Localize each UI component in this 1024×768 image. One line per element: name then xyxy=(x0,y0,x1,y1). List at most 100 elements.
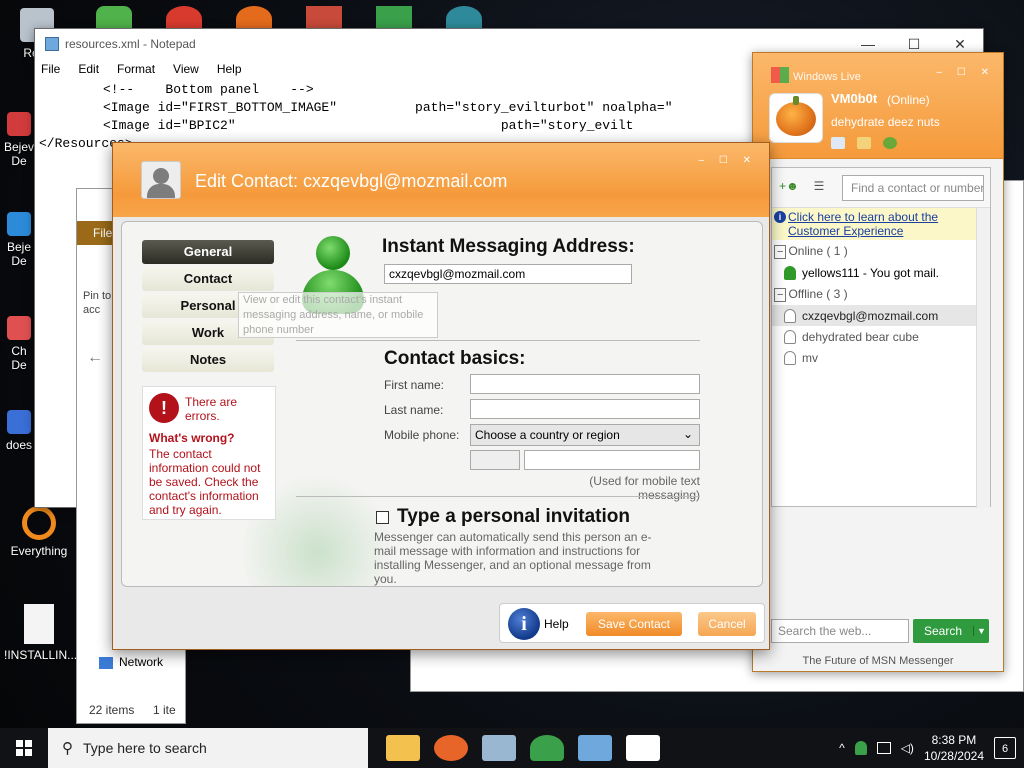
messenger-footer: The Future of MSN Messenger xyxy=(802,655,954,667)
desktop-icon-label: Ch De xyxy=(11,344,27,372)
divider xyxy=(296,340,700,341)
cancel-button[interactable]: Cancel xyxy=(698,612,756,636)
menu-edit[interactable]: Edit xyxy=(78,62,99,76)
group-offline[interactable]: − Offline ( 3 ) xyxy=(772,283,990,305)
contact-item-selected[interactable]: cxzqevbgl@mozmail.com xyxy=(772,305,990,326)
invitation-heading: Type a personal invitation xyxy=(397,506,630,527)
text-line: <Image id="BPIC2" path="story_evilt xyxy=(103,118,634,133)
user-display-name[interactable]: VM0b0t xyxy=(831,91,877,106)
contact-item[interactable]: mv xyxy=(772,347,990,368)
pin-to-quick-access[interactable]: Pin to acc xyxy=(83,289,111,317)
network-tray-icon[interactable] xyxy=(876,742,891,754)
desktop-icon-label: !INSTALLIN... xyxy=(4,648,78,662)
notepad-taskbar-icon[interactable] xyxy=(578,735,612,761)
windows-logo-icon xyxy=(16,740,32,756)
file-explorer-taskbar-icon[interactable] xyxy=(386,735,420,761)
web-search-button[interactable]: Search ▼ xyxy=(913,619,989,643)
messenger-window[interactable]: Windows Live – ☐ ✕ VM0b0t (Online) dehyd… xyxy=(752,52,1004,672)
last-name-field[interactable] xyxy=(470,399,700,419)
start-button[interactable] xyxy=(0,728,48,768)
help-link[interactable]: Help xyxy=(544,617,569,631)
contact-list-scrollbar[interactable] xyxy=(976,208,990,508)
maximize-button[interactable]: ☐ xyxy=(891,36,937,53)
info-icon: i xyxy=(774,211,786,223)
save-contact-button[interactable]: Save Contact xyxy=(586,612,682,636)
change-view-icon[interactable]: ☰ xyxy=(808,179,830,197)
web-search-row: Search the web... Search ▼ xyxy=(771,619,991,643)
invitation-description: Messenger can automatically send this pe… xyxy=(374,530,652,586)
app-taskbar-icon[interactable] xyxy=(482,735,516,761)
error-heading: There are errors. xyxy=(185,395,238,423)
installer-file-icon[interactable]: !INSTALLIN... xyxy=(4,604,78,662)
minimize-button[interactable]: — xyxy=(845,36,891,53)
taskbar-search[interactable]: ⚲ Type here to search xyxy=(48,728,368,768)
system-tray: ^ ◁) 8:38 PM 10/28/2024 6 xyxy=(839,732,1024,764)
invitation-checkbox[interactable] xyxy=(376,510,389,524)
firefox-taskbar-icon[interactable] xyxy=(434,735,468,761)
personal-invitation-toggle[interactable]: Type a personal invitation xyxy=(376,506,630,528)
offline-contact-icon xyxy=(784,308,796,323)
edit-contact-dialog[interactable]: Edit Contact: cxzqevbgl@mozmail.com – ☐ … xyxy=(112,142,770,650)
tab-general[interactable]: General xyxy=(142,240,274,264)
menu-view[interactable]: View xyxy=(173,62,199,76)
xbox-icon[interactable] xyxy=(883,137,897,149)
group-label: Offline ( 3 ) xyxy=(788,287,848,301)
offline-contact-icon xyxy=(784,350,796,365)
back-arrow-icon[interactable]: ← xyxy=(87,349,103,367)
desktop-icon-label: Bejev De xyxy=(3,140,35,168)
volume-icon[interactable]: ◁) xyxy=(901,741,914,755)
windows-live-logo-icon xyxy=(771,67,789,83)
offline-contact-icon xyxy=(784,329,796,344)
clock[interactable]: 8:38 PM 10/28/2024 xyxy=(924,732,984,764)
dialog-header[interactable]: Edit Contact: cxzqevbgl@mozmail.com – ☐ … xyxy=(113,143,769,217)
selection-count: 1 ite xyxy=(153,703,176,717)
chevron-up-icon[interactable]: ^ xyxy=(839,741,845,755)
divider xyxy=(296,496,700,497)
messenger-header: Windows Live – ☐ ✕ VM0b0t (Online) dehyd… xyxy=(753,53,1003,159)
user-avatar[interactable] xyxy=(769,93,823,143)
messenger-taskbar-icon[interactable] xyxy=(530,735,564,761)
chevron-down-icon: ⌄ xyxy=(682,427,693,441)
contact-item[interactable]: dehydrated bear cube xyxy=(772,326,990,347)
country-code-field[interactable] xyxy=(470,450,520,470)
item-count: 22 items xyxy=(89,703,135,717)
search-button-label: Search xyxy=(923,624,963,638)
desktop-icon-label: Everything xyxy=(10,544,68,558)
im-address-field[interactable]: cxzqevbgl@mozmail.com xyxy=(384,264,632,284)
tab-contact[interactable]: Contact xyxy=(142,267,274,291)
taskbar: ⚲ Type here to search ^ ◁) 8:38 PM 10/28… xyxy=(0,728,1024,768)
everything-icon[interactable]: Everything xyxy=(4,506,74,558)
mobile-hint: (Used for mobile text messaging) xyxy=(589,474,700,502)
contact-list-panel: +☻ ☰ Find a contact or number i Click he… xyxy=(771,167,991,508)
help-icon[interactable]: i xyxy=(508,608,540,640)
menu-file[interactable]: File xyxy=(41,62,60,76)
mail-icon[interactable] xyxy=(831,137,845,149)
mobile-phone-field[interactable] xyxy=(524,450,700,470)
tab-notes[interactable]: Notes xyxy=(142,348,274,372)
menu-help[interactable]: Help xyxy=(217,62,242,76)
group-online[interactable]: − Online ( 1 ) xyxy=(772,240,990,262)
contact-item[interactable]: yellows111 - You got mail. xyxy=(772,262,990,283)
customer-experience-link[interactable]: Click here to learn about the Customer E… xyxy=(788,210,938,238)
user-status[interactable]: (Online) xyxy=(887,93,930,107)
messenger-tray-icon[interactable] xyxy=(854,741,867,755)
nav-network[interactable]: Network xyxy=(99,655,163,669)
mobile-phone-label: Mobile phone: xyxy=(384,428,460,442)
pumpkin-stem xyxy=(793,96,799,105)
notification-center-icon[interactable]: 6 xyxy=(994,737,1016,759)
messenger-window-controls[interactable]: – ☐ ✕ xyxy=(937,67,995,78)
personal-message[interactable]: dehydrate deez nuts xyxy=(831,115,940,129)
find-contact-input[interactable]: Find a contact or number xyxy=(842,174,984,201)
7zip-taskbar-icon[interactable] xyxy=(626,735,660,761)
close-button[interactable]: ✕ xyxy=(937,36,983,53)
folder-icon[interactable] xyxy=(857,137,871,149)
search-dropdown-icon[interactable]: ▼ xyxy=(973,626,989,636)
add-contact-icon[interactable]: +☻ xyxy=(778,179,800,197)
dialog-window-controls[interactable]: – ☐ ✕ xyxy=(699,155,757,166)
web-search-input[interactable]: Search the web... xyxy=(771,619,909,643)
brand-label: Windows Live xyxy=(793,71,861,83)
clock-time: 8:38 PM xyxy=(931,733,977,747)
menu-format[interactable]: Format xyxy=(117,62,155,76)
country-select[interactable]: Choose a country or region ⌄ xyxy=(470,424,700,446)
first-name-field[interactable] xyxy=(470,374,700,394)
